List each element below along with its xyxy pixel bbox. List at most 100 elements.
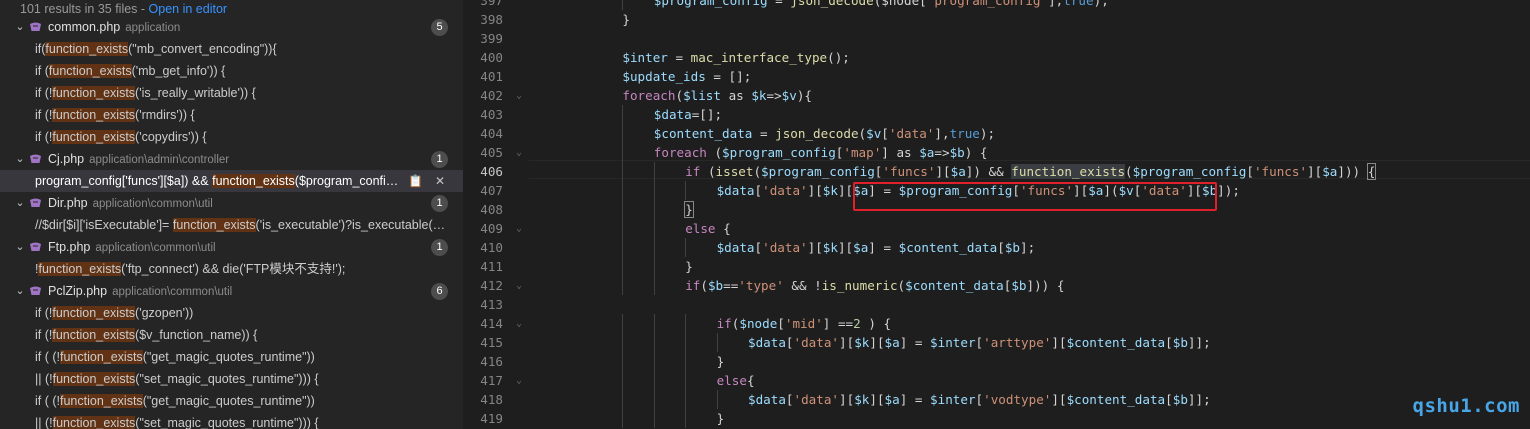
code-token: [ [785, 392, 794, 407]
code-token: = [667, 50, 691, 65]
code-token: } [622, 12, 630, 27]
match-text: if (!function_exists('copydirs')) { [35, 126, 451, 148]
match-result-row[interactable]: if ( (!function_exists("get_magic_quotes… [0, 346, 463, 368]
match-result-row[interactable]: if (function_exists('mb_get_info')) { [0, 60, 463, 82]
code-token: => [934, 145, 950, 160]
code-token: $program_config [1132, 164, 1247, 179]
indent-guide [653, 314, 655, 333]
code-token: $inter [930, 392, 976, 407]
code-token: [ [881, 126, 889, 141]
chevron-down-icon[interactable]: ⌄ [14, 236, 26, 258]
line-number: 410 [480, 240, 503, 255]
match-result-row[interactable]: if (!function_exists('copydirs')) { [0, 126, 463, 148]
file-result-row[interactable]: ⌄ Cj.php application\admin\controller 1 [0, 148, 463, 170]
code-editor[interactable]: 397 $program_config = json_decode($node['… [463, 0, 1530, 429]
match-context: if (! [35, 108, 53, 122]
php-file-icon [30, 242, 41, 251]
code-token: $b [949, 145, 965, 160]
fold-chevron-icon[interactable]: ⌄ [516, 276, 522, 295]
code-token: ]]; [1187, 335, 1211, 350]
match-result-row[interactable]: if (!function_exists('gzopen')) [0, 302, 463, 324]
dismiss-icon[interactable]: ✕ [435, 174, 445, 188]
code-token: $program_config [722, 145, 836, 160]
chevron-down-icon[interactable]: ⌄ [14, 280, 26, 302]
indent-guide [622, 124, 624, 143]
search-summary-text: 101 results in 35 files - [20, 2, 149, 16]
match-context: ("get_magic_quotes_runtime")) [142, 394, 315, 408]
match-result-row[interactable]: if ( (!function_exists("get_magic_quotes… [0, 390, 463, 412]
code-line: 409 ⌄ else { [463, 219, 1530, 238]
match-result-row[interactable]: || (!function_exists("set_magic_quotes_r… [0, 412, 463, 429]
code-token: true [949, 126, 980, 141]
match-result-row[interactable]: if (!function_exists('is_really_writable… [0, 82, 463, 104]
match-result-row[interactable]: || (!function_exists("set_magic_quotes_r… [0, 368, 463, 390]
match-highlight: function_exists [52, 306, 136, 320]
line-number: 411 [480, 259, 503, 274]
file-result-row[interactable]: ⌄ common.php application 5 [0, 16, 463, 38]
code-token: ) { [860, 316, 892, 331]
code-token: = []; [705, 69, 752, 84]
match-result-row[interactable]: program_config['funcs'][$a]) && function… [0, 170, 463, 192]
file-result-row[interactable]: ⌄ Dir.php application\common\util 1 [0, 192, 463, 214]
code-token: ])) [1337, 164, 1368, 179]
code-token: } [716, 354, 725, 369]
chevron-down-icon[interactable]: ⌄ [14, 16, 26, 38]
line-number: 402 [480, 88, 503, 103]
code-text: $content_data = json_decode($v['data'],t… [654, 124, 995, 143]
open-in-editor-link[interactable]: Open in editor [149, 2, 228, 16]
match-result-row[interactable]: if (!function_exists($v_function_name)) … [0, 324, 463, 346]
code-line: 404 $content_data = json_decode($v['data'… [463, 124, 1530, 143]
indent-guide [622, 238, 624, 257]
code-token: ][ [869, 335, 885, 350]
code-token: ][ [869, 392, 885, 407]
match-highlight: function_exists [48, 64, 132, 78]
fold-chevron-icon[interactable]: ⌄ [516, 371, 522, 390]
code-token: $b [707, 278, 724, 293]
line-number: 397 [480, 0, 503, 8]
code-token: && ! [783, 278, 822, 293]
code-token: = [767, 0, 791, 8]
match-text: //$dir[$i]['isExecutable']= function_exi… [35, 214, 451, 236]
fold-chevron-icon[interactable]: ⌄ [516, 219, 522, 238]
match-result-row[interactable]: !function_exists('ftp_connect') && die('… [0, 258, 463, 280]
code-token: $data [653, 107, 692, 122]
indent-guide [653, 257, 655, 276]
fold-chevron-icon[interactable]: ⌄ [516, 86, 522, 105]
code-token: ][ [1307, 164, 1323, 179]
chevron-down-icon[interactable]: ⌄ [14, 148, 26, 170]
code-token: ] == [822, 316, 854, 331]
code-token: 'data' [793, 392, 840, 407]
match-text: if (!function_exists($v_function_name)) … [35, 324, 451, 346]
code-text: foreach($list as $k=>$v){ [622, 86, 812, 105]
code-token: $a [950, 164, 966, 179]
match-highlight: function_exists [52, 86, 136, 100]
match-result-row[interactable]: if (!function_exists('rmdirs')) { [0, 104, 463, 126]
code-token: 'program_config' [926, 0, 1049, 8]
file-result-row[interactable]: ⌄ PclZip.php application\common\util 6 [0, 280, 463, 302]
code-token: if [685, 278, 701, 293]
indent-guide [685, 314, 687, 333]
code-token: ( [858, 126, 867, 141]
code-token: ( [706, 145, 723, 160]
match-result-row[interactable]: //$dir[$i]['isExecutable']= function_exi… [0, 214, 463, 236]
code-text: $inter = mac_interface_type(); [622, 48, 849, 67]
replace-icon[interactable]: 📋 [408, 174, 423, 188]
code-token: [ [777, 316, 785, 331]
fold-chevron-icon[interactable]: ⌄ [516, 143, 522, 162]
match-highlight: function_exists [212, 174, 295, 188]
code-token: isset [715, 164, 754, 179]
match-context: ($program_config['funcs'][$a])) [294, 174, 403, 188]
match-highlight: function_exists [38, 262, 122, 276]
match-result-row[interactable]: if(function_exists("mb_convert_encoding"… [0, 38, 463, 60]
chevron-down-icon[interactable]: ⌄ [14, 192, 26, 214]
match-count-badge: 5 [431, 19, 448, 36]
file-result-row[interactable]: ⌄ Ftp.php application\common\util 1 [0, 236, 463, 258]
watermark: qshu1.com [1412, 395, 1520, 417]
indent-guide [653, 409, 655, 428]
code-token: [ [754, 183, 763, 198]
code-token: [ [997, 240, 1005, 255]
code-token: ]; [1019, 240, 1036, 255]
line-number: 414 [480, 316, 503, 331]
fold-chevron-icon[interactable]: ⌄ [516, 314, 522, 333]
code-token: $b [1172, 335, 1188, 350]
